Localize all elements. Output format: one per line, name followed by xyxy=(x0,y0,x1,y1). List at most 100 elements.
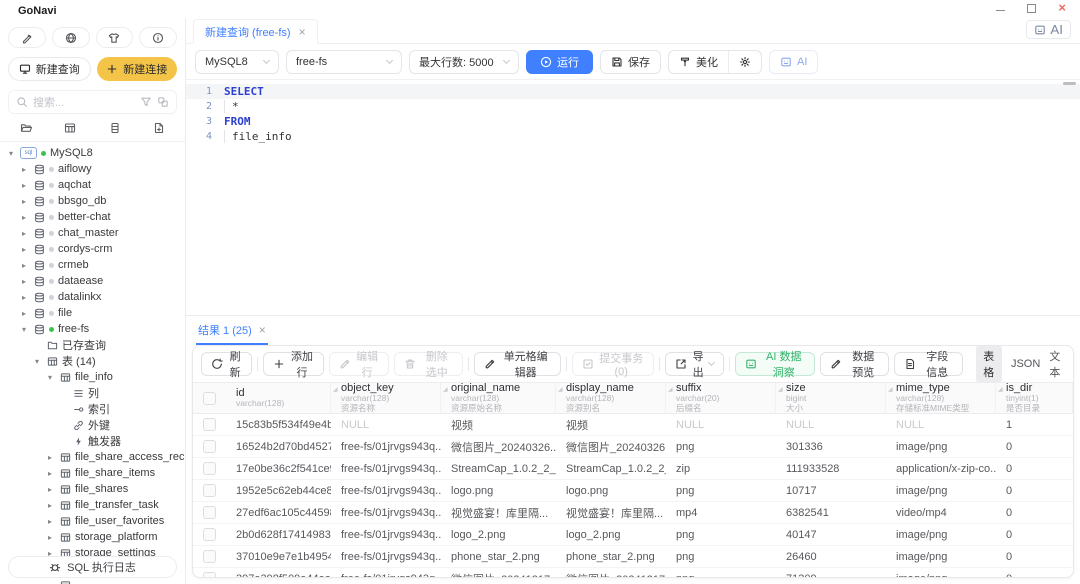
export-button[interactable]: 导出 xyxy=(665,352,724,376)
cell[interactable]: 71309 xyxy=(776,573,886,578)
chevron-right-icon[interactable]: ▸ xyxy=(45,501,55,510)
cell[interactable]: png xyxy=(666,573,776,578)
cell[interactable]: video/mp4 xyxy=(886,507,996,519)
row-checkbox[interactable] xyxy=(203,506,216,519)
column-header-mime_type[interactable]: ◢mime_typevarchar(128)存储标准MIME类型 xyxy=(886,383,996,413)
row-checkbox[interactable] xyxy=(203,528,216,541)
cell[interactable]: 0 xyxy=(996,551,1073,563)
cell[interactable]: 视觉盛宴！库里隔... xyxy=(441,505,556,521)
chevron-right-icon[interactable]: ▸ xyxy=(45,517,55,526)
cell[interactable]: 0 xyxy=(996,573,1073,578)
row-checkbox[interactable] xyxy=(203,440,216,453)
about-button[interactable] xyxy=(139,27,177,48)
cell[interactable]: application/x-zip-co... xyxy=(886,463,996,475)
editor-line[interactable]: 4file_info xyxy=(186,129,1080,144)
cell[interactable]: 1952e5c62eb44ce8... xyxy=(226,485,331,497)
cell[interactable]: image/png xyxy=(886,441,996,453)
tree-item-file_transfer_task[interactable]: ▸file_transfer_task xyxy=(0,497,185,513)
tree-item-dataease[interactable]: ▸dataease xyxy=(0,273,185,289)
column-header-original_name[interactable]: ◢original_namevarchar(128)资源原始名称 xyxy=(441,383,556,413)
results-tab[interactable]: 结果 1 (25) × xyxy=(196,316,268,345)
cell[interactable]: image/png xyxy=(886,573,996,578)
cell[interactable]: logo_2.png xyxy=(441,529,556,541)
cell[interactable]: 0 xyxy=(996,529,1073,541)
sort-icon[interactable]: ◢ xyxy=(558,386,563,393)
sql-log-button[interactable]: SQL 执行日志 xyxy=(8,556,177,578)
tree-item-partial[interactable]: ▸ xyxy=(0,577,185,584)
sort-icon[interactable]: ◢ xyxy=(888,386,893,393)
cell[interactable]: 2b0d628f17414983... xyxy=(226,529,331,541)
filter-icon[interactable] xyxy=(140,96,152,108)
cell-editor-button[interactable]: 单元格编辑器 xyxy=(474,352,561,376)
column-header-display_name[interactable]: ◢display_namevarchar(128)资源别名 xyxy=(556,383,666,413)
cell[interactable]: zip xyxy=(666,463,776,475)
cell[interactable]: 40147 xyxy=(776,529,886,541)
cell[interactable]: logo.png xyxy=(556,485,666,497)
chevron-right-icon[interactable]: ▸ xyxy=(45,453,55,462)
editor-line[interactable]: 3FROM xyxy=(186,114,1080,129)
tree-item-file_shares[interactable]: ▸file_shares xyxy=(0,481,185,497)
cell[interactable]: 27edf6ac105c44598... xyxy=(226,507,331,519)
ai-insight-button[interactable]: AI 数据洞察 xyxy=(735,352,815,376)
cell[interactable]: StreamCap_1.0.2_2_... xyxy=(441,463,556,475)
cell[interactable]: free-fs/01jrvgs943q... xyxy=(331,463,441,475)
connection-select[interactable]: MySQL8 xyxy=(195,50,279,74)
tree-item-表 (14)[interactable]: ▾表 (14) xyxy=(0,353,185,369)
tree-item-chat_master[interactable]: ▸chat_master xyxy=(0,225,185,241)
cell[interactable]: 0 xyxy=(996,441,1073,453)
cell[interactable]: NULL xyxy=(331,419,441,431)
table-row[interactable]: 37010e9e7e1b4954...free-fs/01jrvgs943q..… xyxy=(193,546,1073,568)
cell[interactable]: free-fs/01jrvgs943q... xyxy=(331,485,441,497)
chevron-right-icon[interactable]: ▸ xyxy=(19,229,29,238)
cell[interactable]: phone_star_2.png xyxy=(441,551,556,563)
tree-item-已存查询[interactable]: 已存查询 xyxy=(0,337,185,353)
cell[interactable]: 视频 xyxy=(441,417,556,433)
column-header-id[interactable]: idvarchar(128) xyxy=(226,383,331,413)
close-tab-icon[interactable]: × xyxy=(259,325,266,335)
new-connection-button[interactable]: 新建连接 xyxy=(97,57,178,81)
maximize-icon[interactable] xyxy=(1027,4,1036,13)
sort-icon[interactable]: ◢ xyxy=(778,386,783,393)
sort-icon[interactable]: ◢ xyxy=(333,386,338,393)
cell[interactable]: 0 xyxy=(996,485,1073,497)
cell[interactable]: logo.png xyxy=(441,485,556,497)
tree-item-datalinkx[interactable]: ▸datalinkx xyxy=(0,289,185,305)
cell[interactable]: 微信图片_20241217... xyxy=(556,571,666,578)
chevron-right-icon[interactable]: ▸ xyxy=(45,581,55,584)
cell[interactable]: 1 xyxy=(996,419,1073,431)
cell[interactable]: 16524b2d70bd4527... xyxy=(226,441,331,453)
column-header-size[interactable]: ◢sizebigint大小 xyxy=(776,383,886,413)
table-row[interactable]: 15c83b5f534f49e4b...NULL视频视频NULLNULLNULL… xyxy=(193,414,1073,436)
max-rows-select[interactable]: 最大行数: 5000 xyxy=(409,50,519,74)
table-row[interactable]: 17e0be36c2f541ce9...free-fs/01jrvgs943q.… xyxy=(193,458,1073,480)
ai-panel-button[interactable]: AI xyxy=(1026,20,1071,39)
cell[interactable]: StreamCap_1.0.2_2_... xyxy=(556,463,666,475)
cell[interactable]: NULL xyxy=(886,419,996,431)
theme-button[interactable] xyxy=(96,27,134,48)
cell[interactable]: phone_star_2.png xyxy=(556,551,666,563)
chevron-down-icon[interactable]: ▾ xyxy=(19,325,29,334)
sort-icon[interactable]: ◢ xyxy=(998,386,1003,393)
chevron-right-icon[interactable]: ▸ xyxy=(19,165,29,174)
cell[interactable]: free-fs/01jrvgs943q... xyxy=(331,507,441,519)
cell[interactable]: 15c83b5f534f49e4b... xyxy=(226,419,331,431)
tree-item-file_share_access_record[interactable]: ▸file_share_access_record xyxy=(0,449,185,465)
tree-item-file_share_items[interactable]: ▸file_share_items xyxy=(0,465,185,481)
cell[interactable]: png xyxy=(666,551,776,563)
row-checkbox[interactable] xyxy=(203,418,216,431)
sort-icon[interactable]: ◢ xyxy=(668,386,673,393)
new-query-button[interactable]: 新建查询 xyxy=(8,57,91,81)
cell[interactable]: 111933528 xyxy=(776,463,886,475)
cell[interactable]: 26460 xyxy=(776,551,886,563)
tree-item-触发器[interactable]: 触发器 xyxy=(0,433,185,449)
table-row[interactable]: 27edf6ac105c44598...free-fs/01jrvgs943q.… xyxy=(193,502,1073,524)
beautify-button[interactable]: 美化 xyxy=(669,51,728,73)
chevron-right-icon[interactable]: ▸ xyxy=(19,261,29,270)
settings-button[interactable] xyxy=(729,51,761,73)
run-button[interactable]: 运行 xyxy=(526,50,593,74)
editor-line[interactable]: 1SELECT xyxy=(186,84,1080,99)
tree-item-索引[interactable]: 索引 xyxy=(0,401,185,417)
chevron-right-icon[interactable]: ▸ xyxy=(19,309,29,318)
row-checkbox[interactable] xyxy=(203,550,216,563)
sql-editor[interactable]: 1SELECT2*3FROM4file_info xyxy=(186,80,1080,315)
